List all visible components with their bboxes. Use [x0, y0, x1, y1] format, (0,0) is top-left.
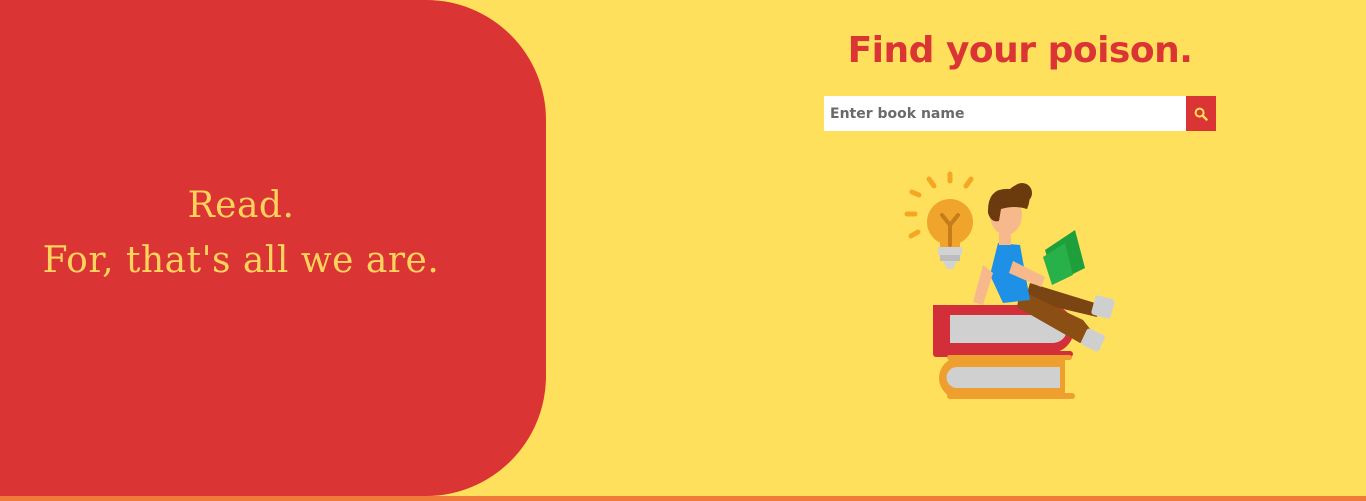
hero-panel: Read. For, that's all we are. [0, 0, 546, 496]
reading-on-books-illustration [904, 171, 1115, 399]
search-heading: Find your poison. [847, 30, 1193, 71]
lightbulb-icon [904, 171, 974, 269]
search-input[interactable] [824, 96, 1186, 131]
hero-tagline: Read. For, that's all we are. [0, 178, 482, 288]
search-form [824, 96, 1216, 131]
search-button[interactable] [1186, 96, 1216, 131]
tagline-line-1: Read. [187, 185, 295, 226]
search-icon [1194, 107, 1208, 121]
tagline-line-2: For, that's all we are. [42, 240, 440, 281]
bottom-strip [0, 496, 1366, 501]
